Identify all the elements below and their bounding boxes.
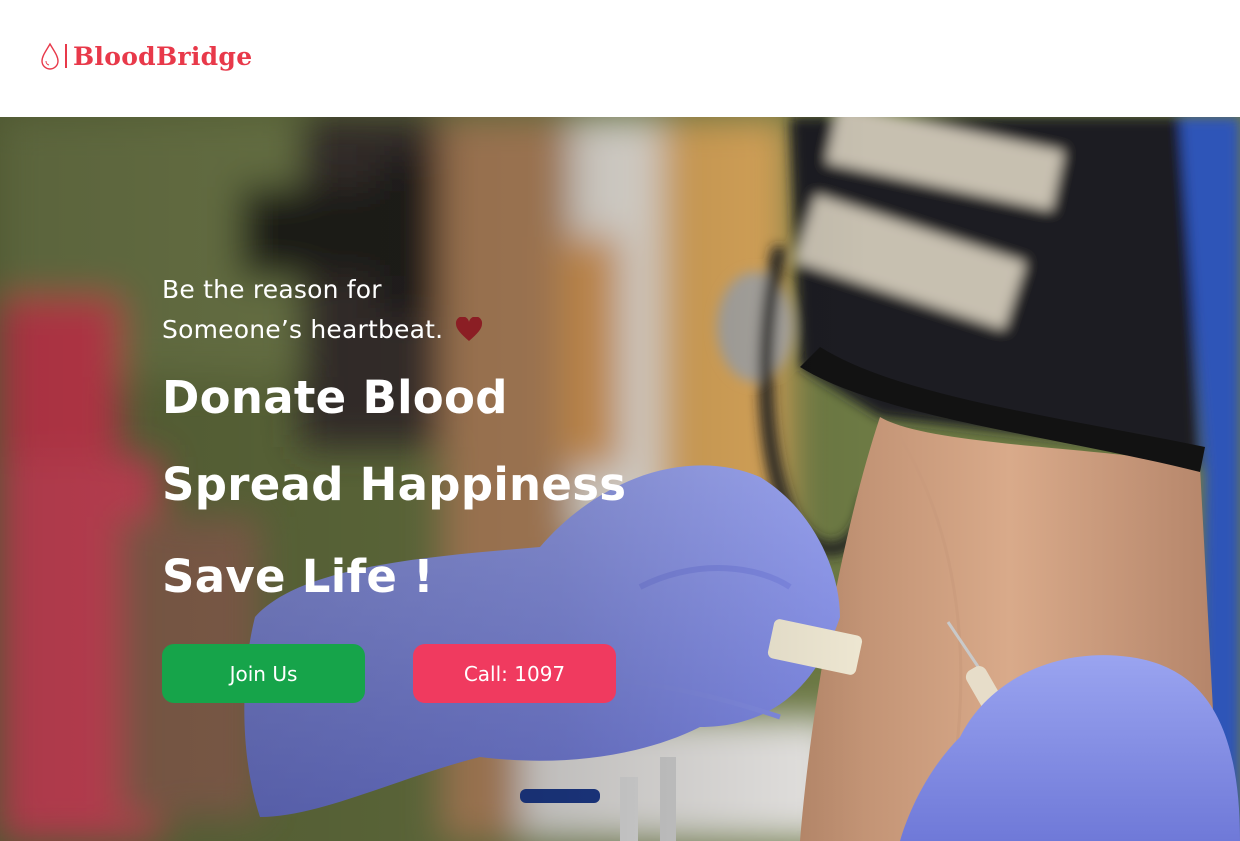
- brand-separator: [65, 44, 67, 68]
- tagline-line-2: Someone’s heartbeat.: [162, 315, 444, 344]
- hero-banner: Be the reason for Someone’s heartbeat. D…: [0, 117, 1240, 841]
- tagline-line-2-row: Someone’s heartbeat.: [162, 310, 483, 350]
- join-us-button[interactable]: Join Us: [162, 644, 365, 703]
- brand-logo[interactable]: BloodBridge: [40, 40, 252, 72]
- heart-icon: [456, 317, 483, 341]
- heading-donate-blood: Donate Blood: [162, 371, 508, 424]
- brand-name: BloodBridge: [73, 41, 253, 71]
- heading-save-life: Save Life !: [162, 550, 434, 603]
- blood-drop-icon: [41, 42, 59, 70]
- navbar: BloodBridge: [0, 0, 1240, 117]
- call-button[interactable]: Call: 1097: [413, 644, 616, 703]
- tagline-line-1: Be the reason for: [162, 275, 382, 304]
- heading-spread-happiness: Spread Happiness: [162, 458, 627, 511]
- hero-tagline: Be the reason for Someone’s heartbeat.: [162, 270, 483, 350]
